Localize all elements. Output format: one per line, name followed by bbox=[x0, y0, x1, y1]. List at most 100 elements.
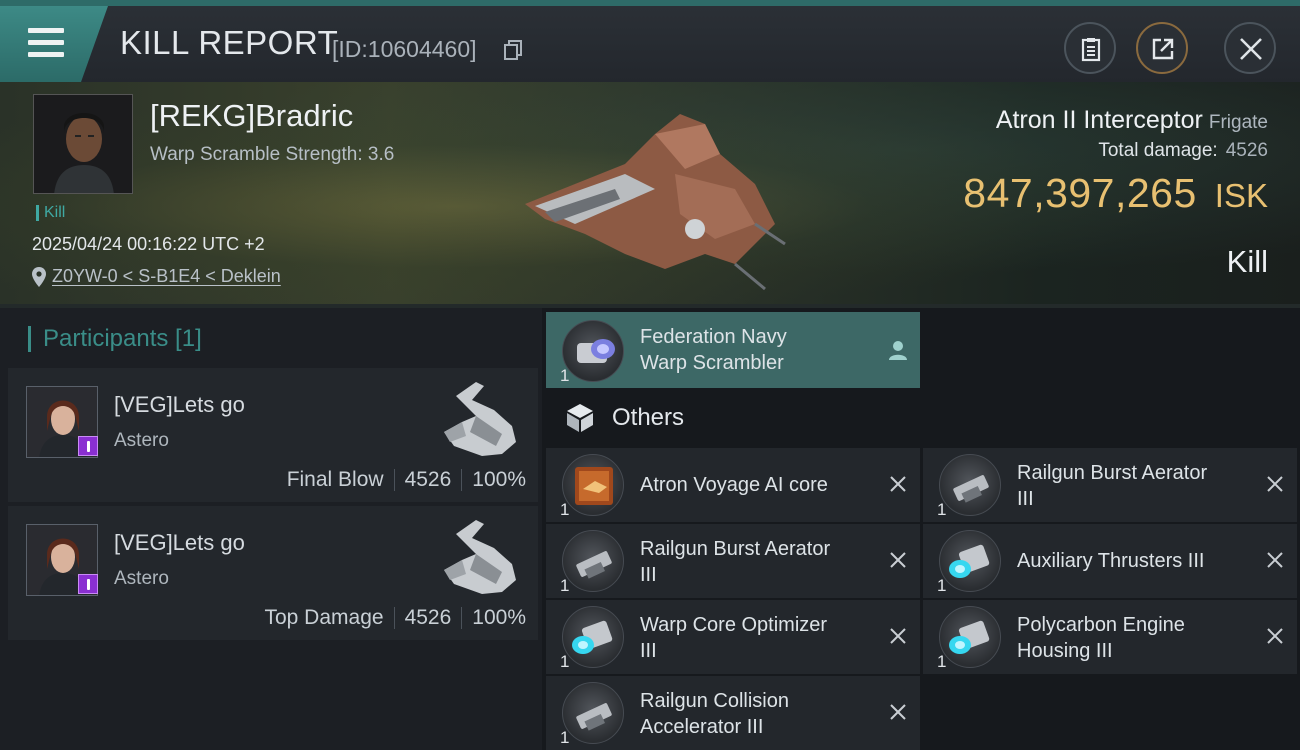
isk-value-row: 847,397,265 ISK bbox=[963, 170, 1268, 217]
hamburger-icon bbox=[28, 28, 64, 64]
destroyed-x-icon bbox=[1267, 628, 1283, 644]
participant-ship-icon bbox=[444, 382, 516, 456]
isk-currency: ISK bbox=[1214, 177, 1268, 214]
loot-item[interactable]: III 1 Railgun Burst Aerator III bbox=[923, 448, 1297, 522]
item-name-line2: III bbox=[640, 640, 657, 662]
victim-avatar bbox=[34, 95, 132, 193]
class-badge-icon bbox=[78, 436, 98, 456]
share-button[interactable] bbox=[1136, 22, 1188, 74]
participant-ship: Astero bbox=[114, 568, 169, 589]
page-title: KILL REPORT bbox=[120, 24, 339, 61]
item-name-line2: Warp Scrambler bbox=[640, 352, 784, 374]
item-name-line2: Accelerator III bbox=[640, 716, 764, 738]
item-name: Railgun Burst Aerator bbox=[640, 538, 831, 560]
report-id: [ID:10604460] bbox=[332, 36, 477, 62]
location-link[interactable]: Z0YW-0 < S-B1E4 < Deklein bbox=[52, 266, 281, 287]
isk-value: 847,397,265 bbox=[963, 170, 1197, 216]
share-icon bbox=[1152, 38, 1174, 60]
items-panel: 1 Federation Navy Warp Scrambler Others … bbox=[542, 308, 1300, 750]
item-quantity: 1 bbox=[560, 366, 570, 385]
participant-role: Final Blow bbox=[286, 468, 384, 491]
ai-core-icon bbox=[562, 454, 624, 516]
weapon-slot[interactable]: 1 Federation Navy Warp Scrambler bbox=[546, 312, 920, 388]
divider bbox=[393, 607, 395, 629]
loot-item[interactable]: III 1 Polycarbon Engine Housing III bbox=[923, 600, 1297, 674]
warp-scramble-strength: Warp Scramble Strength: 3.6 bbox=[150, 144, 395, 165]
loot-item[interactable]: III 1 Warp Core Optimizer III bbox=[546, 600, 920, 674]
victim-name[interactable]: [REKG]Bradric bbox=[150, 98, 353, 134]
participant-card[interactable]: [VEG]Lets go Astero Top Damage 4526 100% bbox=[8, 506, 538, 640]
destroyed-x-icon bbox=[890, 476, 906, 492]
divider bbox=[393, 469, 395, 491]
participants-header: Participants [1] bbox=[28, 326, 202, 352]
loot-item[interactable]: 1 Atron Voyage AI core bbox=[546, 448, 920, 522]
kill-location[interactable]: Z0YW-0 < S-B1E4 < Deklein bbox=[32, 266, 281, 287]
item-quantity: 1 bbox=[560, 576, 570, 595]
cube-icon bbox=[567, 404, 593, 432]
total-damage-label: Total damage: bbox=[1098, 140, 1218, 161]
railgun-icon: III bbox=[562, 530, 624, 592]
location-pin-icon bbox=[32, 266, 46, 287]
divider bbox=[461, 469, 463, 491]
participant-card[interactable]: [VEG]Lets go Astero Final Blow 4526 100% bbox=[8, 368, 538, 502]
close-button[interactable] bbox=[1224, 22, 1276, 74]
railgun-icon: III bbox=[562, 682, 624, 744]
participant-ship-icon bbox=[444, 520, 516, 594]
item-name: Federation Navy bbox=[640, 326, 787, 348]
item-name: Polycarbon Engine bbox=[1017, 614, 1185, 636]
close-icon bbox=[1240, 38, 1262, 60]
participant-percent: 100% bbox=[472, 468, 526, 491]
participant-damage: 4526 bbox=[404, 468, 452, 491]
participant-stats: Final Blow 4526 100% bbox=[287, 468, 526, 492]
loot-item[interactable]: III 1 Railgun Collision Accelerator III bbox=[546, 676, 920, 750]
ship-name: Atron II Interceptor bbox=[995, 106, 1203, 134]
item-name: Auxiliary Thrusters III bbox=[1017, 550, 1205, 572]
ship-class: Frigate bbox=[1208, 112, 1268, 133]
thruster-icon: III bbox=[939, 606, 1001, 668]
total-damage: Total damage: 4526 bbox=[1098, 140, 1268, 162]
pilot-icon bbox=[889, 341, 907, 360]
tier-badge: III bbox=[618, 653, 623, 665]
victim-portrait[interactable] bbox=[33, 94, 133, 194]
others-section-header: Others bbox=[546, 390, 920, 446]
participant-ship: Astero bbox=[114, 430, 169, 451]
tier-badge: III bbox=[995, 501, 1000, 513]
kill-datetime: 2025/04/24 00:16:22 UTC +2 bbox=[32, 234, 265, 254]
participant-damage: 4526 bbox=[404, 606, 452, 629]
clipboard-button[interactable] bbox=[1064, 22, 1116, 74]
item-name-line2: III bbox=[1017, 488, 1034, 510]
kill-summary-banner: [REKG]Bradric Warp Scramble Strength: 3.… bbox=[0, 82, 1300, 308]
loot-item[interactable]: III 1 Auxiliary Thrusters III bbox=[923, 524, 1297, 598]
item-quantity: 1 bbox=[560, 500, 570, 519]
tier-badge: III bbox=[995, 577, 1000, 589]
menu-button[interactable] bbox=[0, 6, 108, 82]
destroyed-x-icon bbox=[890, 552, 906, 568]
copy-icon[interactable] bbox=[504, 40, 522, 60]
header-bar: KILL REPORT [ID:10604460] bbox=[0, 0, 1300, 82]
item-quantity: 1 bbox=[560, 728, 570, 747]
item-name-line2: III bbox=[640, 564, 657, 586]
thruster-icon: III bbox=[939, 530, 1001, 592]
destroyed-x-icon bbox=[1267, 552, 1283, 568]
item-quantity: 1 bbox=[560, 652, 570, 671]
item-quantity: 1 bbox=[937, 652, 947, 671]
loot-item[interactable]: III 1 Railgun Burst Aerator III bbox=[546, 524, 920, 598]
class-badge-icon bbox=[78, 574, 98, 594]
participant-name: [VEG]Lets go bbox=[114, 392, 245, 417]
railgun-icon: III bbox=[939, 454, 1001, 516]
participant-name: [VEG]Lets go bbox=[114, 530, 245, 555]
warp-scrambler-icon bbox=[562, 320, 624, 382]
item-name: Railgun Collision bbox=[640, 690, 789, 712]
item-name: Railgun Burst Aerator bbox=[1017, 462, 1208, 484]
item-name: Warp Core Optimizer bbox=[640, 614, 828, 636]
item-name-line2: Housing III bbox=[1017, 640, 1113, 662]
participants-panel: Participants [1] [VEG]Lets go Astero Fin… bbox=[0, 308, 542, 750]
ship-image bbox=[525, 114, 786, 291]
participant-percent: 100% bbox=[472, 606, 526, 629]
tier-badge: III bbox=[618, 577, 623, 589]
participant-role: Top Damage bbox=[264, 606, 384, 629]
tier-badge: III bbox=[995, 653, 1000, 665]
ship-type[interactable]: Atron II Interceptor Frigate bbox=[996, 106, 1268, 135]
clipboard-icon bbox=[1081, 38, 1101, 62]
tier-badge: III bbox=[618, 729, 623, 741]
